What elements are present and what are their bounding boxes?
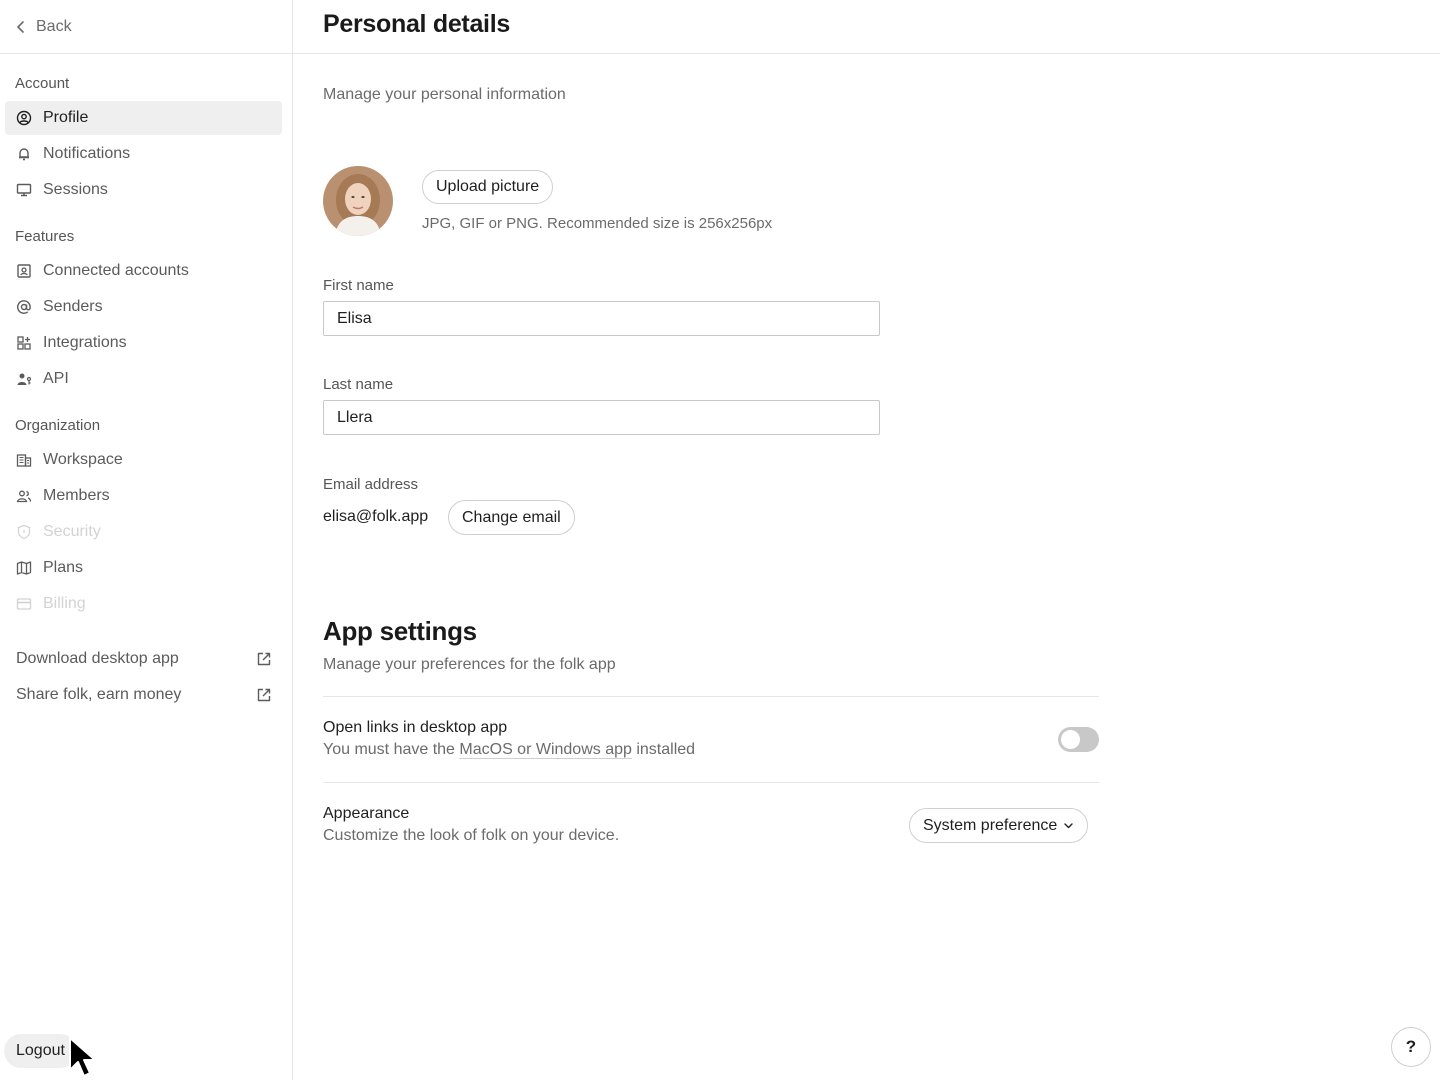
section-label-account: Account (15, 75, 70, 92)
external-link-icon (257, 688, 271, 702)
external-link-icon (257, 652, 271, 666)
appearance-select[interactable]: System preference (909, 808, 1089, 843)
avatar (323, 166, 393, 236)
open-links-toggle[interactable] (1058, 727, 1099, 752)
upload-picture-button[interactable]: Upload picture (422, 170, 554, 204)
sidebar-item-label: Integrations (43, 334, 127, 351)
contact-card-icon (15, 262, 33, 280)
sidebar-item-label: Security (43, 523, 101, 540)
open-links-desc-suffix: installed (631, 741, 696, 758)
toggle-knob (1061, 730, 1080, 749)
sidebar-item-label: Billing (43, 595, 86, 612)
download-desktop-app-link[interactable]: Download desktop app (5, 642, 282, 676)
user-key-icon (15, 370, 33, 388)
sidebar-item-sessions[interactable]: Sessions (5, 173, 282, 207)
divider (323, 782, 1099, 783)
bell-icon (15, 145, 33, 163)
desktop-app-link[interactable]: MacOS or Windows app (459, 741, 632, 758)
sidebar-item-api[interactable]: API (5, 362, 282, 396)
sidebar-item-workspace[interactable]: Workspace (5, 443, 282, 477)
back-button[interactable]: Back (0, 0, 292, 54)
back-label: Back (36, 17, 72, 35)
mouse-cursor-icon (69, 1037, 96, 1077)
monitor-icon (15, 181, 33, 199)
sidebar-item-label: Connected accounts (43, 262, 189, 279)
share-folk-link[interactable]: Share folk, earn money (5, 678, 282, 712)
at-sign-icon (15, 298, 33, 316)
last-name-label: Last name (323, 376, 394, 393)
change-email-button[interactable]: Change email (448, 500, 575, 535)
chevron-down-icon (1064, 823, 1073, 829)
upload-hint: JPG, GIF or PNG. Recommended size is 256… (422, 215, 773, 232)
sidebar-item-label: Sessions (43, 181, 108, 198)
chevron-left-icon (17, 20, 24, 33)
app-settings-title: App settings (323, 616, 477, 646)
sidebar-item-profile[interactable]: Profile (5, 101, 282, 135)
sidebar-item-billing: Billing (5, 587, 282, 621)
section-label-features: Features (15, 228, 75, 245)
divider (323, 696, 1099, 697)
page-header: Personal details (293, 0, 1440, 54)
personal-details-subtitle: Manage your personal information (323, 86, 566, 103)
sidebar-item-label: Workspace (43, 451, 123, 468)
users-icon (15, 487, 33, 505)
sidebar-item-members[interactable]: Members (5, 479, 282, 513)
email-value: elisa@folk.app (323, 508, 429, 525)
appearance-description: Customize the look of folk on your devic… (323, 827, 620, 844)
first-name-label: First name (323, 277, 394, 294)
open-links-desc-prefix: You must have the (323, 741, 460, 758)
email-label: Email address (323, 476, 419, 493)
sidebar: Back Account Profile Notifications Sessi… (0, 0, 293, 1080)
main-content: Manage your personal information Upload … (323, 54, 1440, 1080)
sidebar-item-senders[interactable]: Senders (5, 290, 282, 324)
link-label: Download desktop app (16, 650, 179, 667)
sidebar-item-integrations[interactable]: Integrations (5, 326, 282, 360)
appearance-select-value: System preference (923, 816, 1058, 834)
help-button[interactable]: ? (1391, 1027, 1431, 1067)
map-icon (15, 559, 33, 577)
shield-icon (15, 523, 33, 541)
sidebar-item-label: Members (43, 487, 110, 504)
sidebar-item-security: Security (5, 515, 282, 549)
sidebar-item-connected-accounts[interactable]: Connected accounts (5, 254, 282, 288)
link-label: Share folk, earn money (16, 686, 182, 703)
appearance-title: Appearance (323, 805, 410, 822)
section-label-organization: Organization (15, 417, 101, 434)
sidebar-item-label: Notifications (43, 145, 131, 162)
sidebar-item-label: Profile (43, 109, 89, 126)
sidebar-item-notifications[interactable]: Notifications (5, 137, 282, 171)
open-links-description: You must have the MacOS or Windows app i… (323, 741, 695, 759)
grid-plus-icon (15, 334, 33, 352)
credit-card-icon (15, 595, 33, 613)
sidebar-item-label: API (43, 370, 69, 387)
sidebar-item-label: Plans (43, 559, 84, 576)
sidebar-item-plans[interactable]: Plans (5, 551, 282, 585)
user-circle-icon (15, 109, 33, 127)
page-title: Personal details (323, 10, 510, 38)
sidebar-item-label: Senders (43, 298, 103, 315)
app-settings-subtitle: Manage your preferences for the folk app (323, 656, 616, 673)
last-name-field[interactable] (323, 400, 880, 435)
open-links-title: Open links in desktop app (323, 719, 508, 736)
first-name-field[interactable] (323, 301, 880, 336)
avatar-image (323, 166, 393, 236)
building-icon (15, 451, 33, 469)
